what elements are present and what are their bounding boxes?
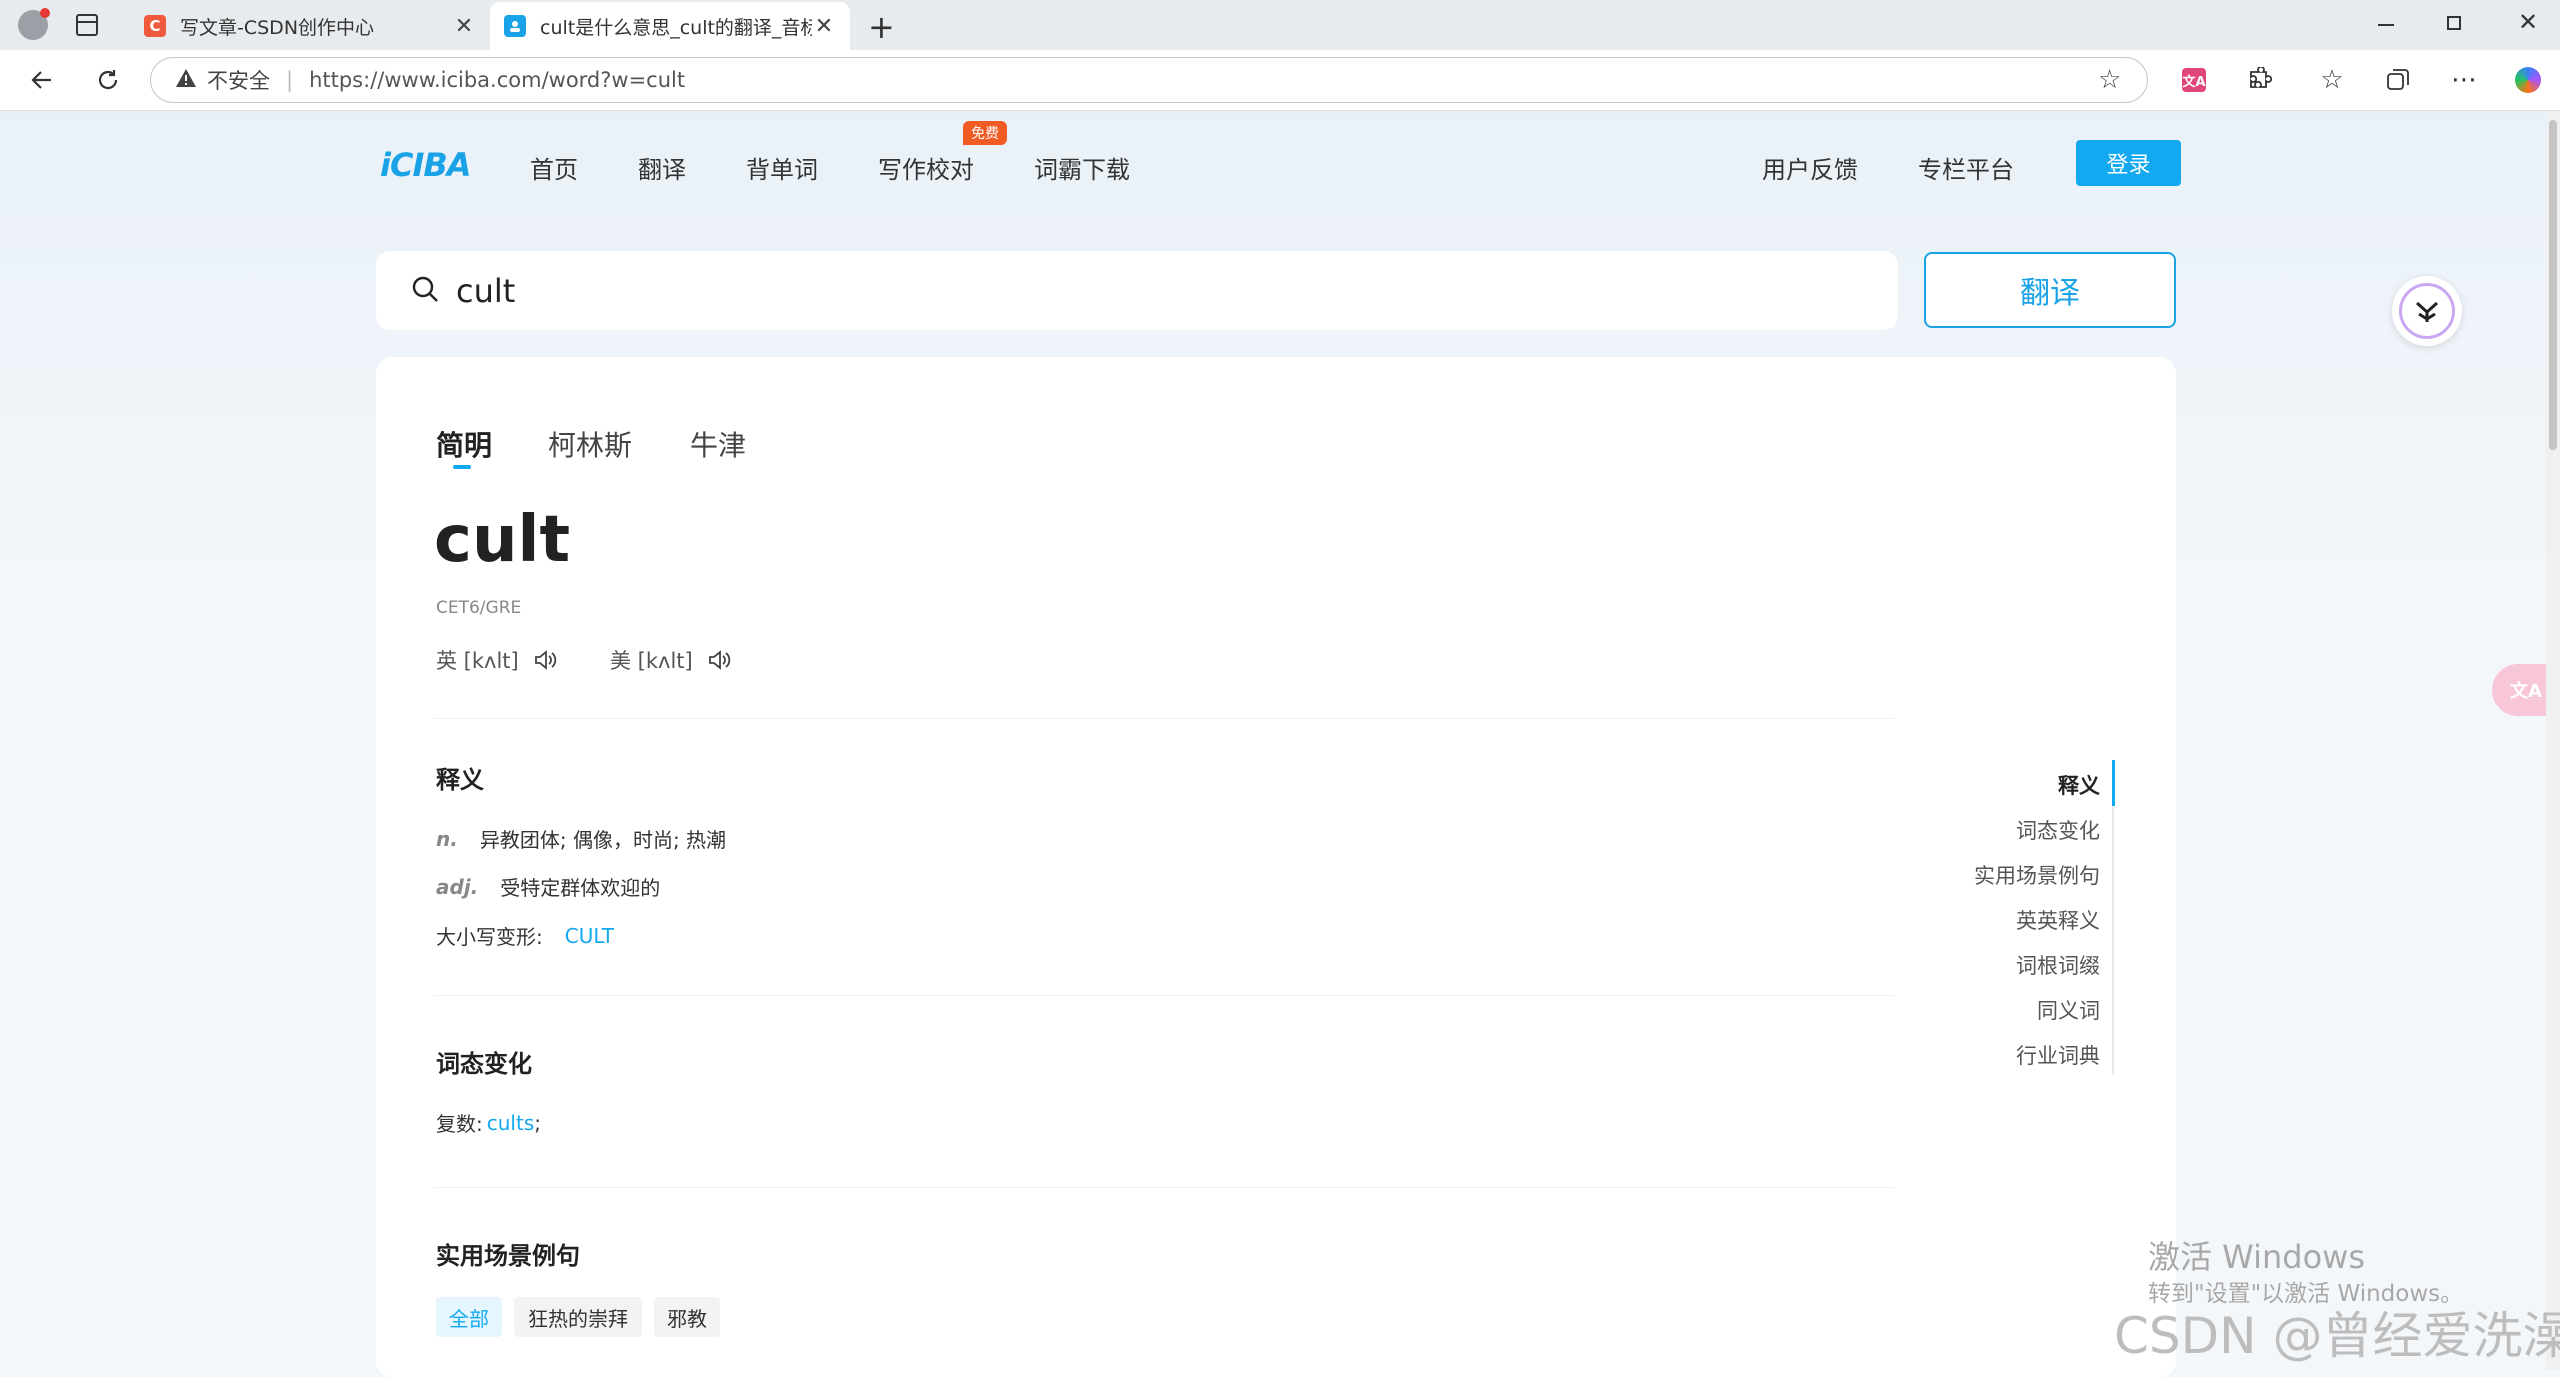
iciba-logo[interactable]: iCIBA [380,146,472,184]
filter-all[interactable]: 全部 [436,1297,502,1337]
side-nav-inflection[interactable]: 词态变化 [2016,815,2100,845]
collections-icon[interactable] [2382,64,2414,96]
nav-download[interactable]: 词霸下载 [1034,150,1130,185]
extensions-icon[interactable] [2243,64,2275,96]
divider [434,1187,1894,1188]
filter-heresy[interactable]: 邪教 [654,1297,720,1337]
plural-row: 复数: cults ; [436,1108,541,1137]
pron-uk: 英 [kʌlt] [436,645,557,675]
pos-label: n. [436,826,458,851]
csdn-favicon-icon: C [144,15,166,37]
url-text[interactable]: https://www.iciba.com/word?w=cult [309,68,685,92]
favorites-icon[interactable]: ☆ [2316,64,2348,96]
tab-csdn[interactable]: C 写文章-CSDN创作中心 ✕ [130,2,490,50]
nav-column-platform[interactable]: 专栏平台 [1918,150,2014,185]
favorite-star-icon[interactable]: ☆ [2098,65,2121,95]
tab-collins[interactable]: 柯林斯 [548,424,632,464]
profile-avatar[interactable] [18,8,50,40]
translate-extension-icon[interactable]: 文A [2178,64,2210,96]
pron-us: 美 [kʌlt] [610,645,731,675]
result-card [376,357,2176,1377]
csdn-watermark: CSDN @曾经爱洗澡 [2114,1307,2560,1365]
divider [434,718,1894,719]
definition-row: adj. 受特定群体欢迎的 [436,872,660,901]
search-box[interactable] [376,251,1898,330]
restore-icon[interactable] [2447,16,2461,30]
case-label: 大小写变形: [436,925,543,949]
pron-uk-text: 英 [kʌlt] [436,649,519,673]
windows-activation-title: 激活 Windows [2148,1238,2366,1276]
close-window-icon[interactable]: ✕ [2518,8,2538,36]
warning-icon[interactable] [175,68,197,93]
assistant-float-icon[interactable] [2392,276,2462,346]
nav-feedback[interactable]: 用户反馈 [1762,150,1858,185]
search-icon [410,274,440,308]
plural-label: 复数: [436,1112,483,1136]
definition-row: n. 异教团体; 偶像，时尚; 热潮 [436,824,726,853]
nav-translate[interactable]: 翻译 [638,150,686,185]
divider [434,995,1894,996]
copilot-icon[interactable] [2512,64,2544,96]
tab-concise[interactable]: 简明 [436,424,492,464]
new-tab-icon[interactable]: + [868,8,895,46]
tab-actions-icon[interactable] [76,14,98,36]
side-nav-examples[interactable]: 实用场景例句 [1974,860,2100,890]
nav-home[interactable]: 首页 [530,150,578,185]
definition-text: 受特定群体欢迎的 [500,876,661,900]
search-input[interactable] [454,270,1758,311]
tab-iciba[interactable]: cult是什么意思_cult的翻译_音标_读音_用法_例句_爱词霸在线词典 ✕ [490,2,850,50]
reload-icon[interactable] [90,62,126,98]
inflection-title: 词态变化 [436,1050,532,1078]
side-nav-indicator [2112,760,2115,806]
tab-oxford[interactable]: 牛津 [690,424,746,464]
side-nav-roots-affixes[interactable]: 词根词缀 [2016,950,2100,980]
pos-label: adj. [436,874,479,899]
more-menu-icon[interactable]: ⋯ [2448,64,2480,96]
iciba-favicon-icon [504,15,526,37]
speaker-uk-icon[interactable] [533,649,557,671]
side-nav-definitions[interactable]: 释义 [2058,770,2100,800]
free-badge: 免费 [963,121,1007,145]
url-divider: | [286,68,294,92]
tab-title: 写文章-CSDN创作中心 [180,16,375,39]
exam-tags: CET6/GRE [436,598,522,618]
case-variant-link[interactable]: CULT [565,924,614,948]
translate-button[interactable]: 翻译 [1924,252,2176,328]
nav-writing-check[interactable]: 写作校对 [878,150,974,185]
side-nav-synonyms[interactable]: 同义词 [2037,995,2100,1025]
speaker-us-icon[interactable] [707,649,731,671]
security-label[interactable]: 不安全 [207,65,270,95]
close-tab-icon[interactable]: ✕ [812,14,836,39]
pron-us-text: 美 [kʌlt] [610,649,693,673]
minimize-icon[interactable] [2378,24,2394,26]
examples-title: 实用场景例句 [436,1242,580,1270]
headword: cult [434,503,571,577]
plural-suffix: ; [534,1110,541,1135]
address-bar[interactable]: 不安全 | https://www.iciba.com/word?w=cult [150,57,2148,103]
filter-fanatical-worship[interactable]: 狂热的崇拜 [514,1297,642,1337]
side-nav-english-definition[interactable]: 英英释义 [2016,905,2100,935]
plural-link[interactable]: cults [487,1111,535,1135]
close-tab-icon[interactable]: ✕ [452,14,476,39]
tab-title: cult是什么意思_cult的翻译_音标_读音_用法_例句_爱词霸在线词典 [540,16,812,39]
definitions-title: 释义 [436,766,484,794]
back-icon[interactable] [24,62,60,98]
login-button[interactable]: 登录 [2076,140,2181,186]
scrollbar-thumb[interactable] [2549,120,2557,450]
definition-text: 异教团体; 偶像，时尚; 热潮 [479,828,727,852]
active-tab-indicator [453,465,471,469]
side-nav-track [2112,760,2114,1075]
nav-vocabulary[interactable]: 背单词 [746,150,818,185]
side-nav-industry-dictionary[interactable]: 行业词典 [2016,1040,2100,1070]
case-variant-row: 大小写变形: CULT [436,921,614,950]
